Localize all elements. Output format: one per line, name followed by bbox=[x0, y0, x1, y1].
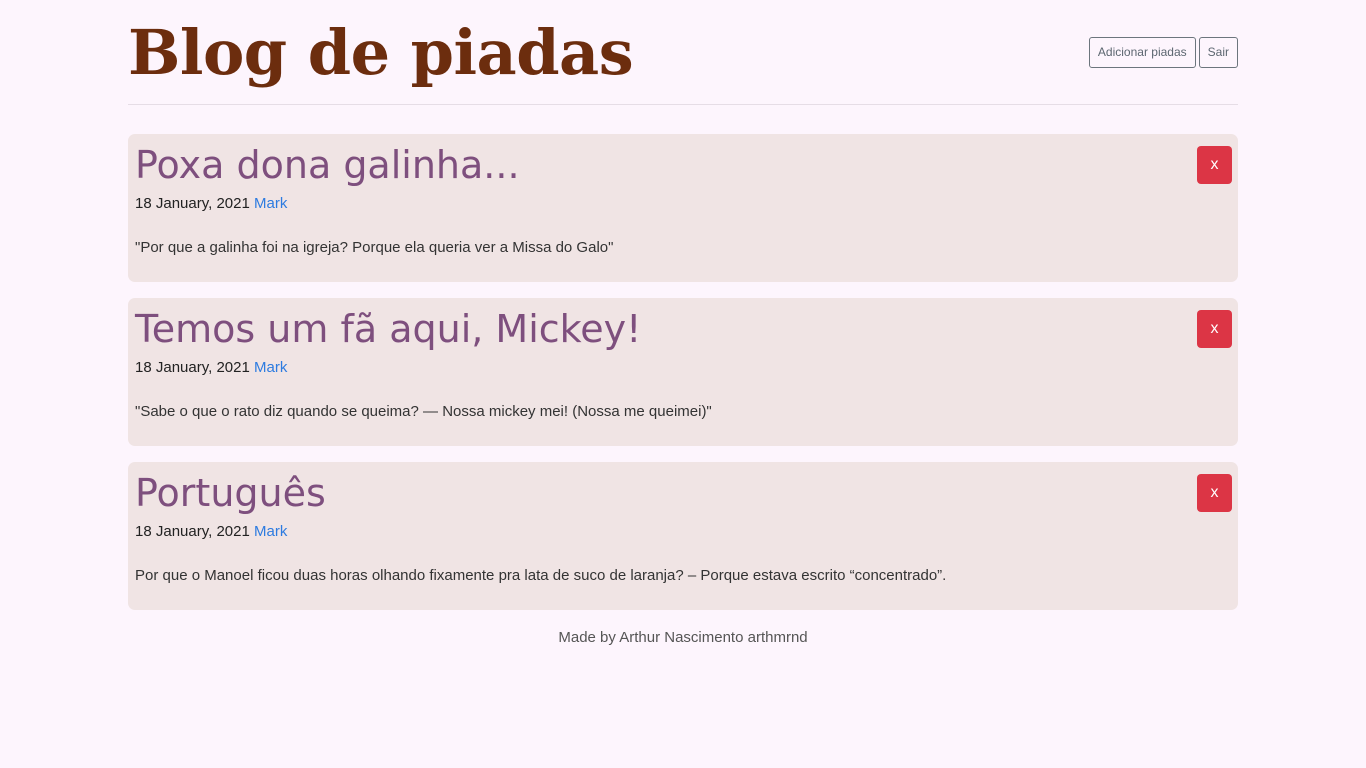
post-card: Português 18 January, 2021 Mark Por que … bbox=[128, 462, 1238, 610]
post-body: Por que o Manoel ficou duas horas olhand… bbox=[135, 567, 947, 584]
page-header: Blog de piadas Adicionar piadas Sair bbox=[128, 0, 1238, 105]
post-date: 18 January, 2021 bbox=[135, 195, 254, 212]
post-body: "Sabe o que o rato diz quando se queima?… bbox=[135, 403, 712, 420]
logout-button[interactable]: Sair bbox=[1198, 37, 1238, 68]
post-author-link[interactable]: Mark bbox=[254, 359, 287, 376]
post-meta: 18 January, 2021 Mark bbox=[135, 194, 287, 214]
post-author-link[interactable]: Mark bbox=[254, 523, 287, 540]
post-body: "Por que a galinha foi na igreja? Porque… bbox=[135, 239, 614, 256]
post-title: Português bbox=[135, 471, 326, 515]
delete-post-button[interactable]: x bbox=[1197, 310, 1232, 348]
post-date: 18 January, 2021 bbox=[135, 359, 254, 376]
post-date: 18 January, 2021 bbox=[135, 523, 254, 540]
post-card: Poxa dona galinha... 18 January, 2021 Ma… bbox=[128, 134, 1238, 282]
header-actions: Adicionar piadas Sair bbox=[1088, 37, 1238, 68]
delete-post-button[interactable]: x bbox=[1197, 474, 1232, 512]
page-footer: Made by Arthur Nascimento arthmrnd bbox=[558, 629, 808, 646]
post-card: Temos um fã aqui, Mickey! 18 January, 20… bbox=[128, 298, 1238, 446]
post-author-link[interactable]: Mark bbox=[254, 195, 287, 212]
add-jokes-button[interactable]: Adicionar piadas bbox=[1088, 37, 1196, 68]
post-title: Temos um fã aqui, Mickey! bbox=[135, 307, 642, 351]
post-meta: 18 January, 2021 Mark bbox=[135, 358, 287, 378]
posts-list: Poxa dona galinha... 18 January, 2021 Ma… bbox=[128, 134, 1238, 626]
page-title: Blog de piadas bbox=[128, 16, 634, 89]
delete-post-button[interactable]: x bbox=[1197, 146, 1232, 184]
post-title: Poxa dona galinha... bbox=[135, 143, 520, 187]
page-container: Blog de piadas Adicionar piadas Sair Pox… bbox=[128, 0, 1238, 646]
post-meta: 18 January, 2021 Mark bbox=[135, 522, 287, 542]
